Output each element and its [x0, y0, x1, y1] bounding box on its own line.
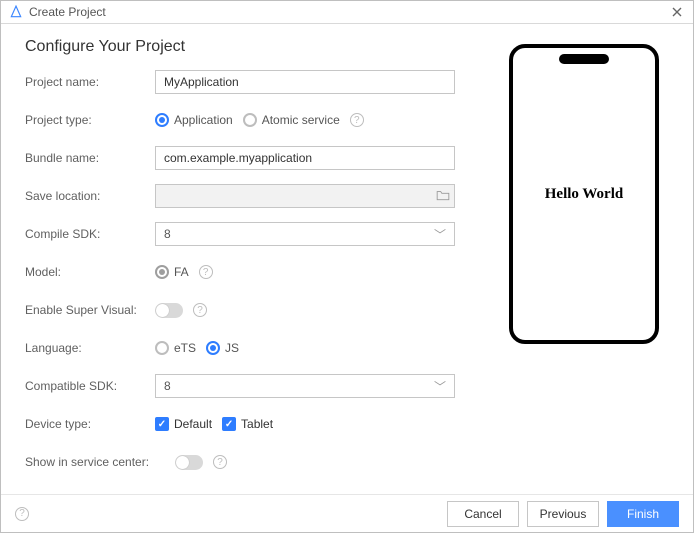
label-save-location: Save location:: [25, 189, 155, 203]
radio-js-label: JS: [225, 341, 239, 355]
device-preview: Hello World: [509, 44, 659, 344]
label-compatible-sdk: Compatible SDK:: [25, 379, 155, 393]
finish-button[interactable]: Finish: [607, 501, 679, 527]
preview-text: Hello World: [545, 186, 623, 203]
checkbox-default-label: Default: [174, 417, 212, 431]
label-language: Language:: [25, 341, 155, 355]
compile-sdk-select[interactable]: 8 ﹀: [155, 222, 455, 246]
app-logo-icon: [9, 5, 23, 19]
bundle-name-input[interactable]: [155, 146, 455, 170]
footer-help-icon[interactable]: ?: [15, 507, 29, 521]
label-model: Model:: [25, 265, 155, 279]
radio-atomic-service[interactable]: Atomic service: [243, 113, 340, 127]
previous-button[interactable]: Previous: [527, 501, 599, 527]
compatible-sdk-select[interactable]: 8 ﹀: [155, 374, 455, 398]
save-location-field[interactable]: [155, 184, 455, 208]
project-name-input[interactable]: [155, 70, 455, 94]
cancel-button[interactable]: Cancel: [447, 501, 519, 527]
checkbox-tablet[interactable]: ✓ Tablet: [222, 417, 273, 431]
help-icon[interactable]: ?: [199, 265, 213, 279]
label-device-type: Device type:: [25, 417, 155, 431]
radio-ets[interactable]: eTS: [155, 341, 196, 355]
window-title: Create Project: [29, 5, 667, 19]
radio-model-fa-label: FA: [174, 265, 189, 279]
label-bundle-name: Bundle name:: [25, 151, 155, 165]
checkbox-tablet-label: Tablet: [241, 417, 273, 431]
chevron-down-icon: ﹀: [434, 226, 446, 243]
close-icon[interactable]: [667, 2, 687, 22]
label-compile-sdk: Compile SDK:: [25, 227, 155, 241]
radio-model-fa[interactable]: FA: [155, 265, 189, 279]
compile-sdk-value: 8: [164, 227, 171, 241]
page-title: Configure Your Project: [25, 38, 489, 56]
service-center-toggle[interactable]: [175, 455, 203, 470]
radio-js[interactable]: JS: [206, 341, 239, 355]
help-icon[interactable]: ?: [350, 113, 364, 127]
help-icon[interactable]: ?: [193, 303, 207, 317]
label-service-center: Show in service center:: [25, 455, 175, 469]
checkbox-default[interactable]: ✓ Default: [155, 417, 212, 431]
label-super-visual: Enable Super Visual:: [25, 303, 155, 317]
chevron-down-icon: ﹀: [434, 378, 446, 395]
folder-icon[interactable]: [436, 189, 450, 204]
radio-application-label: Application: [174, 113, 233, 127]
radio-application[interactable]: Application: [155, 113, 233, 127]
super-visual-toggle[interactable]: [155, 303, 183, 318]
radio-atomic-service-label: Atomic service: [262, 113, 340, 127]
radio-ets-label: eTS: [174, 341, 196, 355]
compatible-sdk-value: 8: [164, 379, 171, 393]
label-project-type: Project type:: [25, 113, 155, 127]
label-project-name: Project name:: [25, 75, 155, 89]
help-icon[interactable]: ?: [213, 455, 227, 469]
